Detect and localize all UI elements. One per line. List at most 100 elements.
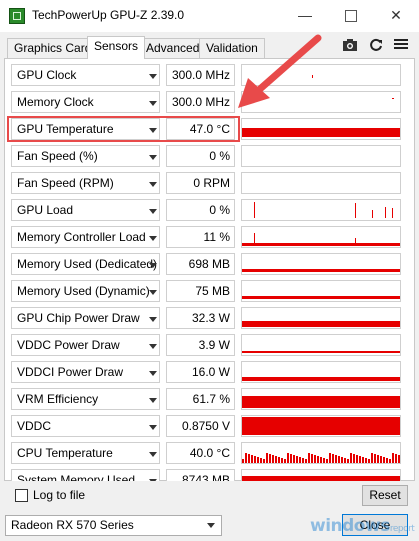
sensor-row-memory-controller-load: Memory Controller Load 11 % xyxy=(11,226,401,248)
graph-bar xyxy=(293,455,295,463)
sensor-name-label: GPU Clock xyxy=(17,68,77,82)
graph-bar xyxy=(365,458,367,463)
graph-bar xyxy=(242,269,400,272)
sensor-name-label: VDDC xyxy=(17,419,52,433)
graph-bar xyxy=(371,453,373,463)
graph-bar xyxy=(332,454,334,463)
refresh-icon[interactable] xyxy=(369,38,383,55)
graph-bar xyxy=(374,454,376,463)
sensor-value: 61.7 % xyxy=(166,388,235,410)
graph-bar xyxy=(314,455,316,463)
graph-bar xyxy=(353,454,355,463)
chevron-down-icon xyxy=(149,452,157,457)
tab-advanced[interactable]: Advanced xyxy=(139,38,207,58)
graph-bar xyxy=(242,417,400,435)
graph-bar xyxy=(326,459,328,463)
graph-bar xyxy=(344,458,346,463)
graph-bar xyxy=(242,128,400,137)
sensor-name-dropdown[interactable]: Memory Clock xyxy=(11,91,160,113)
sensor-name-label: Memory Used (Dynamic) xyxy=(17,284,150,298)
sensor-name-dropdown[interactable]: GPU Load xyxy=(11,199,160,221)
log-to-file-checkbox[interactable] xyxy=(15,489,28,502)
graph-bar xyxy=(398,455,400,463)
camera-icon[interactable] xyxy=(342,38,358,55)
sensor-value: 16.0 W xyxy=(166,361,235,383)
close-window-button[interactable]: ✕ xyxy=(373,0,419,32)
chevron-down-icon xyxy=(149,290,157,295)
sensor-row-memory-clock: Memory Clock 300.0 MHz xyxy=(11,91,401,113)
chevron-down-icon xyxy=(149,209,157,214)
chevron-down-icon xyxy=(207,523,215,528)
graph-bar xyxy=(284,459,286,463)
sensor-graph xyxy=(241,334,401,356)
sensor-name-dropdown[interactable]: Fan Speed (RPM) xyxy=(11,172,160,194)
sensor-row-cpu-temperature: CPU Temperature 40.0 °C xyxy=(11,442,401,464)
sensor-value: 0 % xyxy=(166,145,235,167)
graph-bar xyxy=(362,457,364,463)
graph-bar xyxy=(383,457,385,463)
chevron-down-icon xyxy=(149,236,157,241)
sensor-name-label: Fan Speed (%) xyxy=(17,149,98,163)
graph-bar xyxy=(392,208,393,218)
sensor-value: 300.0 MHz xyxy=(166,91,235,113)
graph-bar xyxy=(254,233,255,245)
graph-bar xyxy=(308,453,310,463)
reset-button[interactable]: Reset xyxy=(362,485,408,506)
sensor-name-dropdown[interactable]: Memory Controller Load xyxy=(11,226,160,248)
graph-bar xyxy=(272,455,274,463)
sensor-name-label: Fan Speed (RPM) xyxy=(17,176,114,190)
menu-icon[interactable] xyxy=(394,38,408,53)
graph-bar xyxy=(350,453,352,463)
sensor-graph xyxy=(241,199,401,221)
sensor-name-dropdown[interactable]: VDDC Power Draw xyxy=(11,334,160,356)
title-bar: TechPowerUp GPU-Z 2.39.0 — ✕ xyxy=(0,0,419,32)
chevron-down-icon xyxy=(149,371,157,376)
annotation-arrow-icon xyxy=(238,34,322,108)
sensor-value: 698 MB xyxy=(166,253,235,275)
sensor-value: 3.9 W xyxy=(166,334,235,356)
sensor-name-label: GPU Chip Power Draw xyxy=(17,311,140,325)
sensor-name-label: CPU Temperature xyxy=(17,446,113,460)
sensor-graph xyxy=(241,442,401,464)
sensor-row-gpu-load: GPU Load 0 % xyxy=(11,199,401,221)
sensor-name-dropdown[interactable]: CPU Temperature xyxy=(11,442,160,464)
sensor-value: 0 % xyxy=(166,199,235,221)
graph-bar xyxy=(380,456,382,463)
gpu-select-dropdown[interactable]: Radeon RX 570 Series xyxy=(5,515,222,536)
tab-sensors[interactable]: Sensors xyxy=(87,36,146,59)
sensor-value: 300.0 MHz xyxy=(166,64,235,86)
window-title: TechPowerUp GPU-Z 2.39.0 xyxy=(32,8,185,22)
sensor-name-label: VDDC Power Draw xyxy=(17,338,120,352)
sensor-row-memory-used-dynamic: Memory Used (Dynamic) 75 MB xyxy=(11,280,401,302)
graph-bar xyxy=(335,455,337,463)
maximize-button[interactable] xyxy=(328,0,374,32)
sensor-name-dropdown[interactable]: VDDCI Power Draw xyxy=(11,361,160,383)
sensor-graph xyxy=(241,361,401,383)
graph-bar xyxy=(242,396,400,408)
graph-bar xyxy=(281,458,283,463)
sensor-graph xyxy=(241,226,401,248)
sensor-name-label: VRM Efficiency xyxy=(17,392,99,406)
sensor-name-dropdown[interactable]: Memory Used (Dynamic) xyxy=(11,280,160,302)
gpu-temperature-highlight-box xyxy=(7,116,240,142)
sensor-graph xyxy=(241,172,401,194)
graph-bar xyxy=(242,351,400,353)
sensor-name-dropdown[interactable]: VRM Efficiency xyxy=(11,388,160,410)
graph-bar xyxy=(347,459,349,463)
tab-graphics-card[interactable]: Graphics Card xyxy=(7,38,99,58)
sensor-value: 75 MB xyxy=(166,280,235,302)
graph-bar xyxy=(242,243,400,246)
sensor-row-fan-speed: Fan Speed (%) 0 % xyxy=(11,145,401,167)
graph-bar xyxy=(242,296,400,299)
sensor-name-dropdown[interactable]: Memory Used (Dedicated) xyxy=(11,253,160,275)
sensor-name-dropdown[interactable]: GPU Chip Power Draw xyxy=(11,307,160,329)
sensor-graph xyxy=(241,307,401,329)
graph-bar xyxy=(302,458,304,463)
sensor-row-gpu-clock: GPU Clock 300.0 MHz xyxy=(11,64,401,86)
sensor-name-dropdown[interactable]: VDDC xyxy=(11,415,160,437)
gpu-z-app-icon xyxy=(9,8,25,24)
graph-bar xyxy=(329,453,331,463)
sensor-name-dropdown[interactable]: Fan Speed (%) xyxy=(11,145,160,167)
gpu-select-value: Radeon RX 570 Series xyxy=(11,518,134,532)
sensor-name-dropdown[interactable]: GPU Clock xyxy=(11,64,160,86)
